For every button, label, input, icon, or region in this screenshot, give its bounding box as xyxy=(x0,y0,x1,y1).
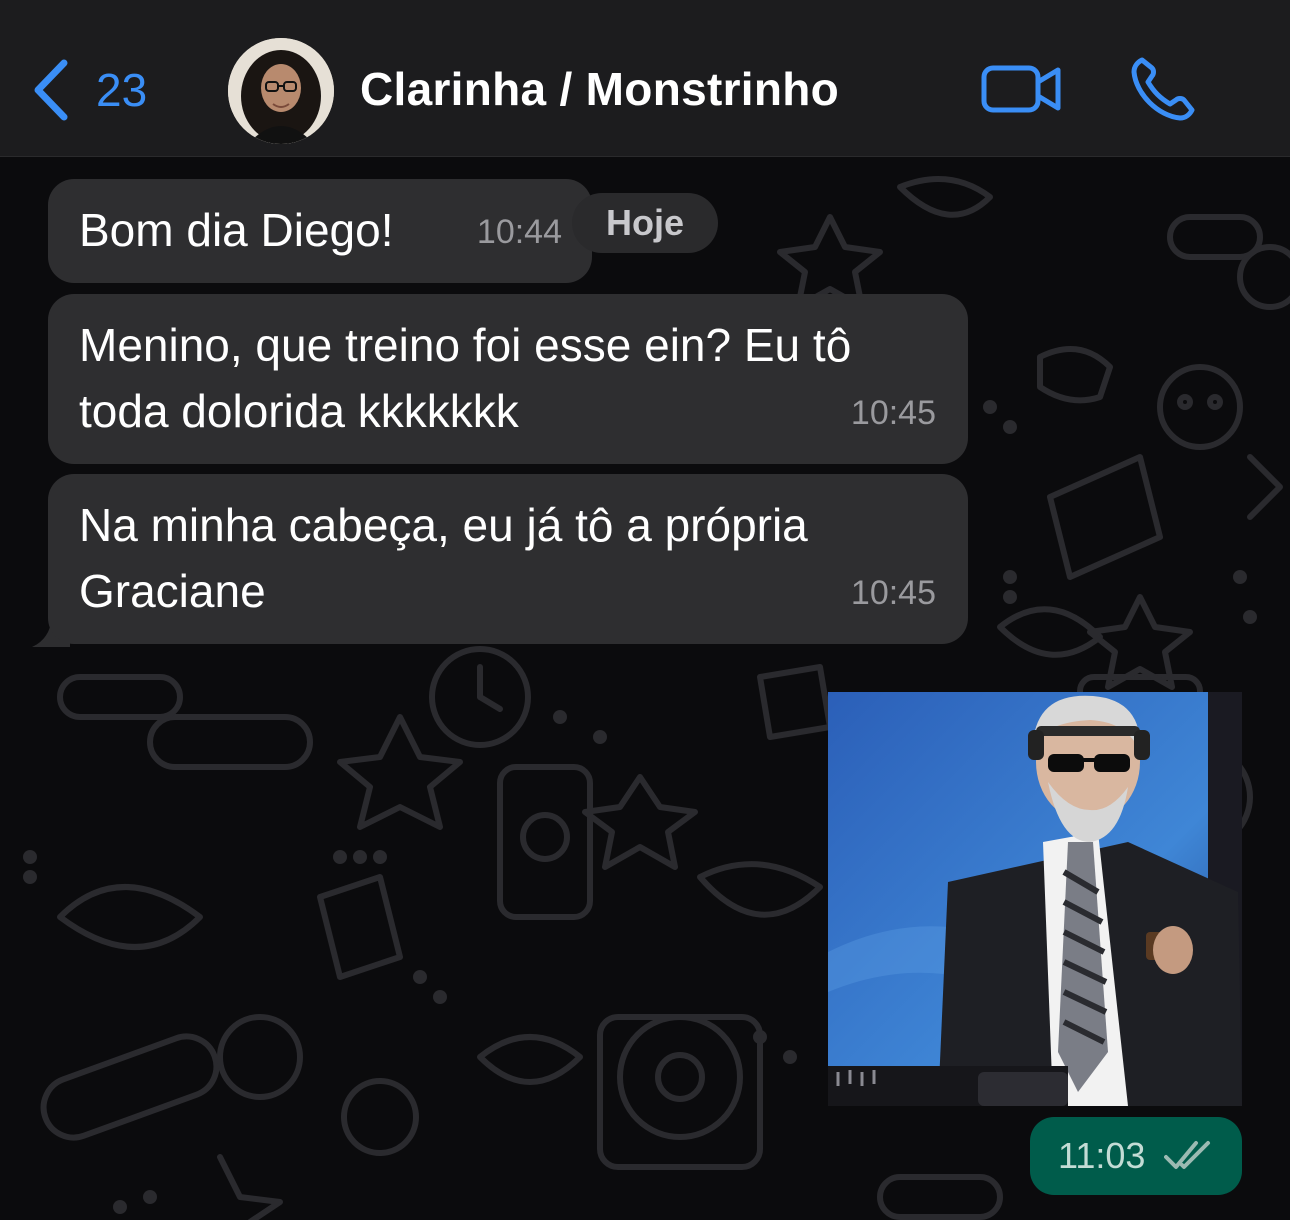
unread-count: 23 xyxy=(96,64,148,116)
contact-avatar[interactable] xyxy=(228,38,334,144)
back-button[interactable]: 23 xyxy=(30,52,147,128)
double-check-icon xyxy=(1164,1141,1210,1169)
message-time: 10:45 xyxy=(850,574,936,612)
video-camera-icon[interactable] xyxy=(980,58,1064,118)
message-time: 10:45 xyxy=(850,394,936,432)
chevron-left-icon xyxy=(34,59,68,121)
message-text: Na minha cabeça, eu já tô a própria Grac… xyxy=(79,499,808,617)
sticker-image[interactable] xyxy=(828,692,1242,1106)
message-time: 11:03 xyxy=(1058,1135,1146,1176)
chat-header: 23 Clarinha / Monstrinho xyxy=(0,0,1290,157)
message-text: Bom dia Diego! xyxy=(79,204,394,256)
chat-area[interactable]: Bom dia Diego! 10:44 Hoje Menino, que tr… xyxy=(0,157,1290,1220)
message-bubble-incoming[interactable]: Na minha cabeça, eu já tô a própria Grac… xyxy=(48,474,968,644)
message-bubble-incoming[interactable]: Bom dia Diego! 10:44 xyxy=(48,179,592,283)
message-bubble-outgoing[interactable]: 11:03 xyxy=(1030,1117,1242,1195)
date-separator: Hoje xyxy=(572,193,718,253)
contact-name[interactable]: Clarinha / Monstrinho xyxy=(360,62,839,116)
message-time: 10:44 xyxy=(476,213,562,251)
message-text: Menino, que treino foi esse ein? Eu tô t… xyxy=(79,319,852,437)
message-bubble-incoming[interactable]: Menino, que treino foi esse ein? Eu tô t… xyxy=(48,294,968,464)
phone-icon[interactable] xyxy=(1128,54,1200,122)
